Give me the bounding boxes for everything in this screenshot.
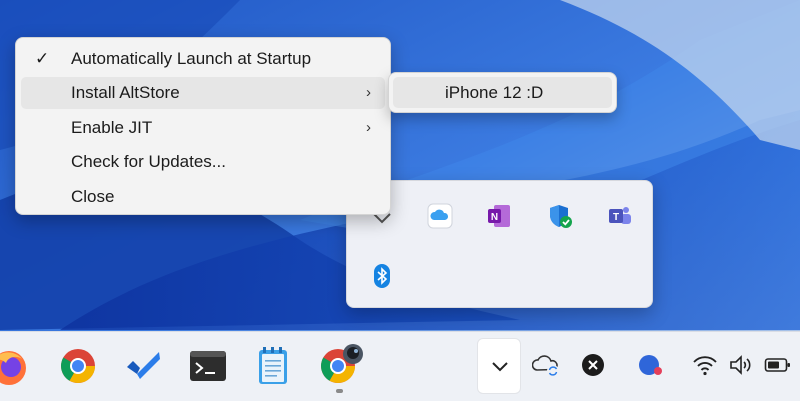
blue-app-icon[interactable] — [636, 352, 664, 378]
menu-item-label: Automatically Launch at Startup — [71, 49, 312, 68]
taskbar — [0, 331, 800, 401]
menu-item-label: Close — [71, 187, 115, 206]
svg-text:N: N — [491, 212, 498, 223]
onenote-icon[interactable]: N — [486, 203, 512, 229]
battery-icon[interactable] — [764, 356, 792, 374]
submenu-item-label: iPhone 12 :D — [445, 83, 544, 102]
menu-item-install-altstore[interactable]: Install AltStore › — [21, 77, 385, 109]
close-app-icon[interactable] — [581, 353, 605, 377]
onedrive-sync-icon[interactable] — [532, 352, 562, 378]
show-hidden-icons-button[interactable] — [477, 338, 521, 394]
altserver-context-menu: ✓ Automatically Launch at Startup Instal… — [15, 37, 391, 215]
icloud-icon[interactable] — [427, 203, 453, 229]
chevron-down-icon — [492, 362, 508, 372]
tray-overflow-flyout: N T — [346, 180, 653, 308]
wifi-icon[interactable] — [692, 354, 718, 376]
defender-icon[interactable] — [547, 203, 573, 229]
checkmark-icon: ✓ — [35, 49, 50, 68]
menu-item-label: Check for Updates... — [71, 152, 226, 171]
menu-item-close[interactable]: Close — [21, 181, 385, 213]
running-indicator — [336, 389, 343, 393]
teams-icon[interactable]: T — [606, 203, 632, 229]
menu-item-enable-jit[interactable]: Enable JIT › — [21, 112, 385, 144]
firefox-icon[interactable] — [0, 347, 30, 389]
svg-text:T: T — [613, 212, 619, 223]
menu-item-check-updates[interactable]: Check for Updates... — [21, 146, 385, 178]
chevron-right-icon: › — [366, 119, 371, 136]
terminal-icon[interactable] — [189, 349, 227, 383]
menu-item-label: Enable JIT — [71, 118, 153, 137]
install-altstore-submenu: iPhone 12 :D — [388, 72, 617, 113]
submenu-item-device[interactable]: iPhone 12 :D — [393, 77, 612, 108]
notepad-icon[interactable] — [257, 346, 289, 386]
menu-item-label: Install AltStore — [71, 83, 180, 102]
bluetooth-icon[interactable] — [369, 263, 395, 289]
chevron-right-icon: › — [366, 84, 371, 101]
todo-icon[interactable] — [124, 349, 162, 383]
chrome-profile-icon[interactable] — [319, 342, 367, 388]
menu-item-auto-launch[interactable]: ✓ Automatically Launch at Startup — [21, 43, 385, 75]
chrome-icon[interactable] — [59, 347, 97, 385]
volume-icon[interactable] — [728, 354, 754, 376]
